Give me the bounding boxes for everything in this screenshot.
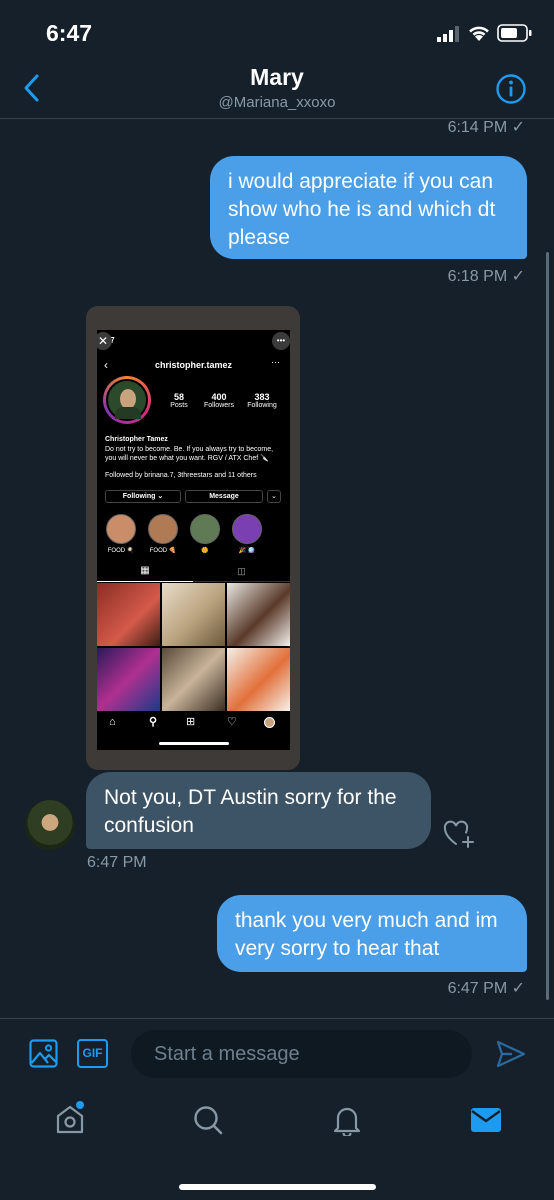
message-bubble-sent[interactable]: i would appreciate if you can show who h… [210,156,527,259]
shot-highlight-label: 🎉 🪩 [238,548,256,554]
shot-highlight [148,514,178,544]
more-icon: ••• [272,332,290,350]
shot-highlight-label: FOOD 🍳 [107,548,135,554]
shot-following-button: Following ⌄ [105,490,181,503]
send-button[interactable] [495,1038,527,1070]
shot-stat-followers: 400 Followers [204,392,234,409]
shot-home-indicator [159,742,229,745]
tab-notifications[interactable] [332,1104,362,1138]
shot-search-icon: ⚲ [149,716,158,728]
shot-followed-by: Followed by brinana.7, 3threestars and 1… [105,472,257,479]
shot-highlight [190,514,220,544]
shot-message-button: Message [185,490,263,503]
shot-post [97,583,160,646]
shot-bottom-nav: ⌂ ⚲ ⊞ ♡ [97,712,290,736]
timestamp: 6:14 PM ✓ [447,119,525,136]
shot-home-icon: ⌂ [109,716,116,728]
shot-bio-text: Do not try to become. Be. If you always … [105,446,274,462]
search-icon [194,1106,223,1135]
timestamp: 6:47 PM [87,854,147,871]
gif-button[interactable]: GIF [77,1039,108,1068]
shot-post [227,648,290,711]
tab-messages[interactable] [470,1106,502,1134]
shot-avatar-ring [103,376,151,424]
shot-highlight [106,514,136,544]
shot-post [162,648,225,711]
like-button[interactable] [443,818,475,850]
image-icon [29,1039,58,1068]
shot-post [97,648,160,711]
shot-heart-icon: ♡ [227,716,237,728]
shot-highlight-label: FOOD 🍕 [149,548,177,554]
status-time: 6:47 [46,20,93,46]
close-icon: ✕ [94,332,112,350]
message-input[interactable]: Start a message [131,1030,472,1078]
shot-username: christopher.tamez [154,360,233,370]
instagram-profile-screenshot: :27 ‹ christopher.tamez ··· 58 Posts 400… [97,330,290,750]
shot-suggest-button: ⌄ [267,490,281,503]
scrollbar[interactable] [546,252,549,1000]
shot-highlight-label: 🌼 [201,548,209,554]
tab-home[interactable] [54,1101,86,1136]
battery-icon [497,23,533,43]
mail-icon [471,1108,501,1132]
home-indicator [179,1184,376,1190]
shot-stat-following: 383 Following [247,392,277,409]
conversation-handle: @Mariana_xxoxo [218,94,336,111]
timestamp: 6:18 PM ✓ [447,268,525,285]
media-button[interactable] [29,1039,58,1068]
shot-post [227,583,290,646]
shot-bio-name: Christopher Tamez [105,436,168,443]
shot-avatar [106,379,148,421]
shot-grid-tab-icon: ▦ [97,562,193,582]
avatar[interactable] [25,800,75,850]
shot-more-icon: ··· [271,357,280,367]
shot-add-icon: ⊞ [186,716,196,728]
shot-tagged-tab-icon: ◫ [193,562,290,582]
shot-stat-posts: 58 Posts [170,392,188,409]
shot-highlight [232,514,262,544]
send-icon [496,1040,526,1068]
info-button[interactable] [495,73,527,105]
info-icon [496,74,526,104]
signal-icon [437,26,461,42]
bell-icon [333,1107,361,1138]
tab-search[interactable] [192,1104,224,1136]
message-bubble-received[interactable]: Not you, DT Austin sorry for the confusi… [86,772,431,849]
notification-dot [76,1101,84,1109]
shot-post [162,583,225,646]
image-attachment[interactable]: :27 ‹ christopher.tamez ··· 58 Posts 400… [86,306,300,770]
heart-plus-icon [443,820,474,848]
message-bubble-sent[interactable]: thank you very much and im very sorry to… [217,895,527,972]
wifi-icon [467,24,491,42]
timestamp: 6:47 PM ✓ [447,980,525,997]
shot-profile-icon [264,717,275,728]
composer-divider [0,1018,554,1019]
conversation-name: Mary [250,64,304,90]
